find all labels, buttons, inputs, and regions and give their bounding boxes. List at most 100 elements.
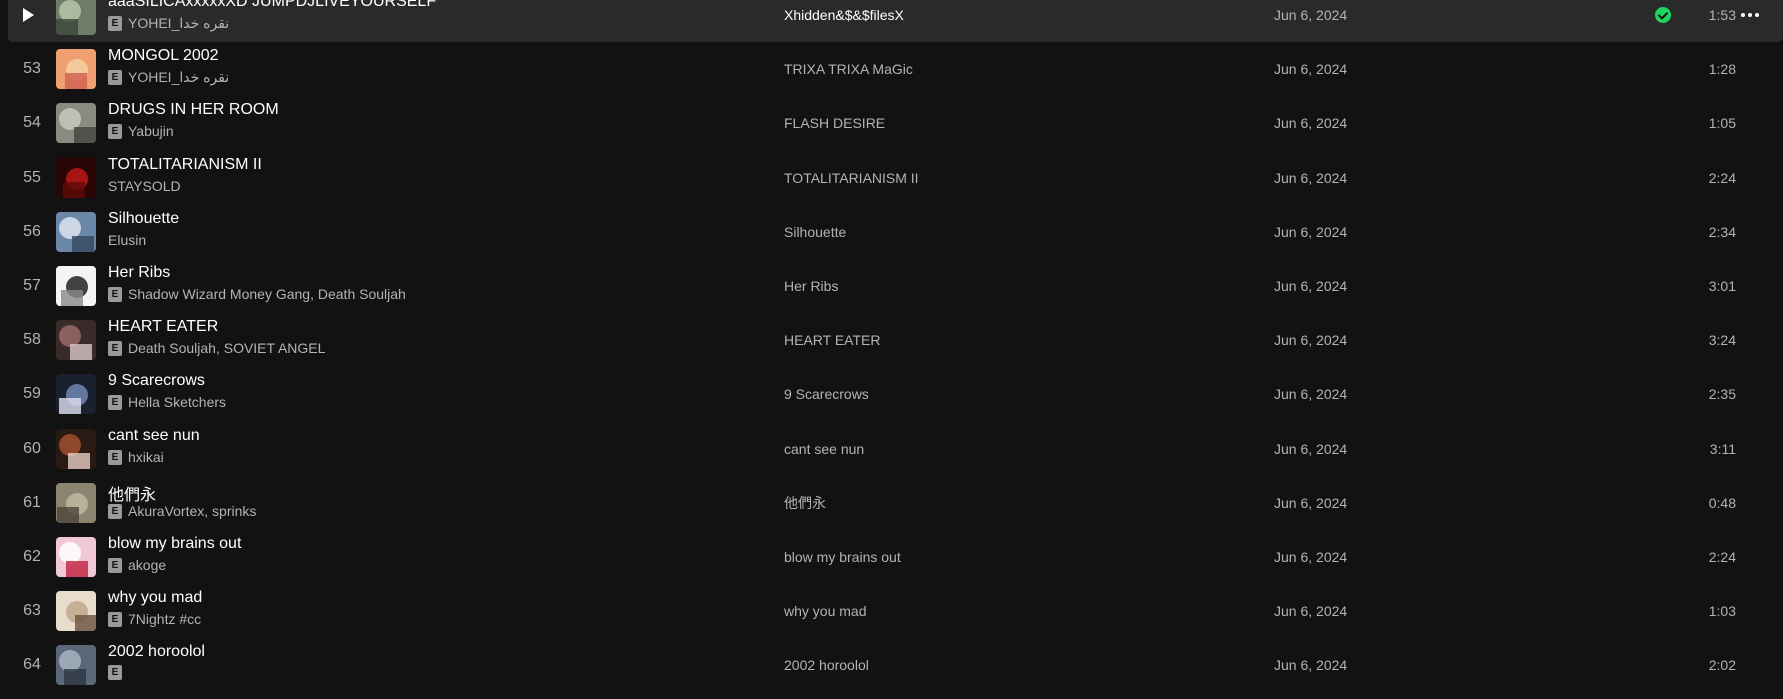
album-cover bbox=[56, 49, 96, 89]
track-artist[interactable]: Yabujin bbox=[128, 123, 174, 139]
date-added: Jun 6, 2024 bbox=[1274, 441, 1348, 457]
date-added: Jun 6, 2024 bbox=[1274, 603, 1348, 619]
track-album[interactable]: Xhidden&$&$filesX bbox=[784, 0, 904, 42]
date-added: Jun 6, 2024 bbox=[1274, 7, 1348, 23]
track-duration: 3:01 bbox=[1708, 278, 1736, 294]
track-row[interactable]: 55 TOTALITARIANISM II STAYSOLD TOTALITARIAN… bbox=[8, 151, 1783, 205]
track-duration: 0:48 bbox=[1708, 495, 1736, 511]
track-artist[interactable]: Elusin bbox=[108, 232, 146, 248]
track-row[interactable]: 54 DRUGS IN HER ROOM E Yabujin FLASH DESIRE J… bbox=[8, 96, 1783, 150]
track-album[interactable]: TRIXA TRIXA MaGic bbox=[784, 42, 913, 96]
track-album[interactable]: FLASH DESIRE bbox=[784, 96, 885, 150]
track-artist-line: E 7Nightz #cc bbox=[108, 611, 201, 627]
track-title[interactable]: aaaSILICAxxxxxXD JUMPDJLIVEYOURSELF bbox=[108, 0, 436, 11]
track-duration: 2:02 bbox=[1708, 657, 1736, 673]
track-artist[interactable]: YOHEI_نقره خدا bbox=[128, 69, 229, 86]
track-artist[interactable]: akoge bbox=[128, 557, 166, 573]
track-title[interactable]: Silhouette bbox=[108, 210, 179, 228]
track-row[interactable]: 60 cant see nun Ehxikai cant see nun Jun 6, … bbox=[8, 422, 1783, 476]
tracklist: aaaSILICAxxxxxXD JUMPDJLIVEYOURSELF E YOHE… bbox=[0, 0, 1783, 699]
track-artist[interactable]: 7Nightz #cc bbox=[128, 611, 201, 627]
track-row[interactable]: 58 HEART EATER E Death Souljah, SOVIET ANGE… bbox=[8, 313, 1783, 367]
track-artist[interactable]: Hella Sketchers bbox=[128, 394, 226, 410]
album-cover bbox=[56, 266, 96, 306]
track-album[interactable]: why you mad bbox=[784, 584, 866, 638]
track-artist-line: Elusin bbox=[108, 232, 146, 248]
track-album[interactable]: Her Ribs bbox=[784, 259, 838, 313]
track-title[interactable]: 他們永 bbox=[108, 481, 156, 505]
track-artist-line: E Death Souljah, SOVIET ANGEL bbox=[108, 340, 325, 356]
track-duration: 2:24 bbox=[1708, 170, 1736, 186]
track-artist-line: STAYSOLD bbox=[108, 178, 181, 194]
date-added: Jun 6, 2024 bbox=[1274, 115, 1348, 131]
track-title[interactable]: TOTALITARIANISM II bbox=[108, 156, 262, 174]
date-added: Jun 6, 2024 bbox=[1274, 170, 1348, 186]
track-row[interactable]: 53 MONGOL 2002 E YOHEI_نقره خدا TRIXA TRIXA … bbox=[8, 42, 1783, 96]
date-added: Jun 6, 2024 bbox=[1274, 386, 1348, 402]
track-number: 55 bbox=[23, 169, 41, 186]
track-title[interactable]: cant see nun bbox=[108, 427, 200, 445]
track-title[interactable]: why you mad bbox=[108, 589, 202, 607]
track-row[interactable]: aaaSILICAxxxxxXD JUMPDJLIVEYOURSELF E YOHE… bbox=[8, 0, 1783, 42]
date-added: Jun 6, 2024 bbox=[1274, 549, 1348, 565]
track-number: 61 bbox=[23, 494, 41, 511]
track-artist-line: Ehxikai bbox=[108, 449, 164, 465]
album-cover bbox=[56, 429, 96, 469]
album-cover bbox=[56, 158, 96, 198]
track-album[interactable]: cant see nun bbox=[784, 422, 864, 476]
album-cover bbox=[56, 645, 96, 685]
track-artist[interactable]: Shadow Wizard Money Gang, Death Souljah bbox=[128, 286, 406, 302]
explicit-badge: E bbox=[108, 340, 122, 356]
track-album[interactable]: HEART EATER bbox=[784, 313, 880, 367]
track-title[interactable]: HEART EATER bbox=[108, 318, 218, 336]
track-row[interactable]: 57 Her Ribs E Shadow Wizard Money Gang, Dea… bbox=[8, 259, 1783, 313]
explicit-badge: E bbox=[108, 70, 122, 85]
track-artist[interactable]: STAYSOLD bbox=[108, 178, 181, 194]
track-row[interactable]: 56 Silhouette Elusin Silhouette Jun 6, 2024 2… bbox=[8, 205, 1783, 259]
date-added: Jun 6, 2024 bbox=[1274, 61, 1348, 77]
track-duration: 3:11 bbox=[1709, 441, 1736, 457]
album-cover bbox=[56, 483, 96, 523]
track-row[interactable]: 59 9 Scarecrows E Hella Sketchers 9 Scarecro… bbox=[8, 367, 1783, 421]
track-duration: 2:35 bbox=[1708, 386, 1736, 402]
track-number: 63 bbox=[23, 602, 41, 619]
track-artist[interactable]: Death Souljah, SOVIET ANGEL bbox=[128, 340, 325, 356]
track-artist-line: E YOHEI_نقره خدا bbox=[108, 15, 229, 32]
track-artist[interactable]: hxikai bbox=[128, 449, 164, 465]
track-artist[interactable]: AkuraVortex, sprinks bbox=[128, 503, 256, 519]
track-artist-line: E AkuraVortex, sprinks bbox=[108, 503, 256, 519]
track-duration: 1:05 bbox=[1708, 115, 1736, 131]
track-album[interactable]: blow my brains out bbox=[784, 530, 901, 584]
album-cover bbox=[56, 0, 96, 35]
track-title[interactable]: MONGOL 2002 bbox=[108, 47, 219, 65]
track-duration: 2:24 bbox=[1708, 549, 1736, 565]
track-row[interactable]: 63 why you mad E 7Nightz #cc why you mad Jun … bbox=[8, 584, 1783, 638]
track-title[interactable]: Her Ribs bbox=[108, 264, 170, 282]
album-cover bbox=[56, 212, 96, 252]
track-title[interactable]: blow my brains out bbox=[108, 535, 241, 553]
explicit-badge: E bbox=[108, 665, 122, 680]
track-row[interactable]: 64 2002 horoolol E 2002 horoolol Jun 6, 2024… bbox=[8, 638, 1783, 692]
play-icon[interactable] bbox=[23, 8, 34, 22]
track-album[interactable]: Silhouette bbox=[784, 205, 846, 259]
track-row[interactable]: 62 blow my brains out Eakoge blow my brains… bbox=[8, 530, 1783, 584]
track-title[interactable]: DRUGS IN HER ROOM bbox=[108, 101, 279, 119]
more-options-icon[interactable] bbox=[1741, 13, 1761, 17]
track-album[interactable]: 2002 horoolol bbox=[784, 638, 869, 692]
album-cover bbox=[56, 374, 96, 414]
check-circle-icon[interactable] bbox=[1655, 7, 1671, 23]
track-artist[interactable]: YOHEI_نقره خدا bbox=[128, 15, 229, 32]
track-duration: 1:03 bbox=[1708, 603, 1736, 619]
track-number: 62 bbox=[23, 548, 41, 565]
track-title[interactable]: 2002 horoolol bbox=[108, 643, 205, 661]
track-title[interactable]: 9 Scarecrows bbox=[108, 372, 205, 390]
track-row[interactable]: 61 他們永 E AkuraVortex, sprinks 他們永 Jun 6, 2024… bbox=[8, 476, 1783, 530]
date-added: Jun 6, 2024 bbox=[1274, 495, 1348, 511]
album-cover bbox=[56, 591, 96, 631]
explicit-badge: E bbox=[108, 16, 122, 31]
track-number: 64 bbox=[23, 656, 41, 673]
track-album[interactable]: TOTALITARIANISM II bbox=[784, 151, 919, 205]
track-album[interactable]: 他們永 bbox=[784, 476, 826, 530]
album-cover bbox=[56, 320, 96, 360]
track-album[interactable]: 9 Scarecrows bbox=[784, 367, 869, 421]
